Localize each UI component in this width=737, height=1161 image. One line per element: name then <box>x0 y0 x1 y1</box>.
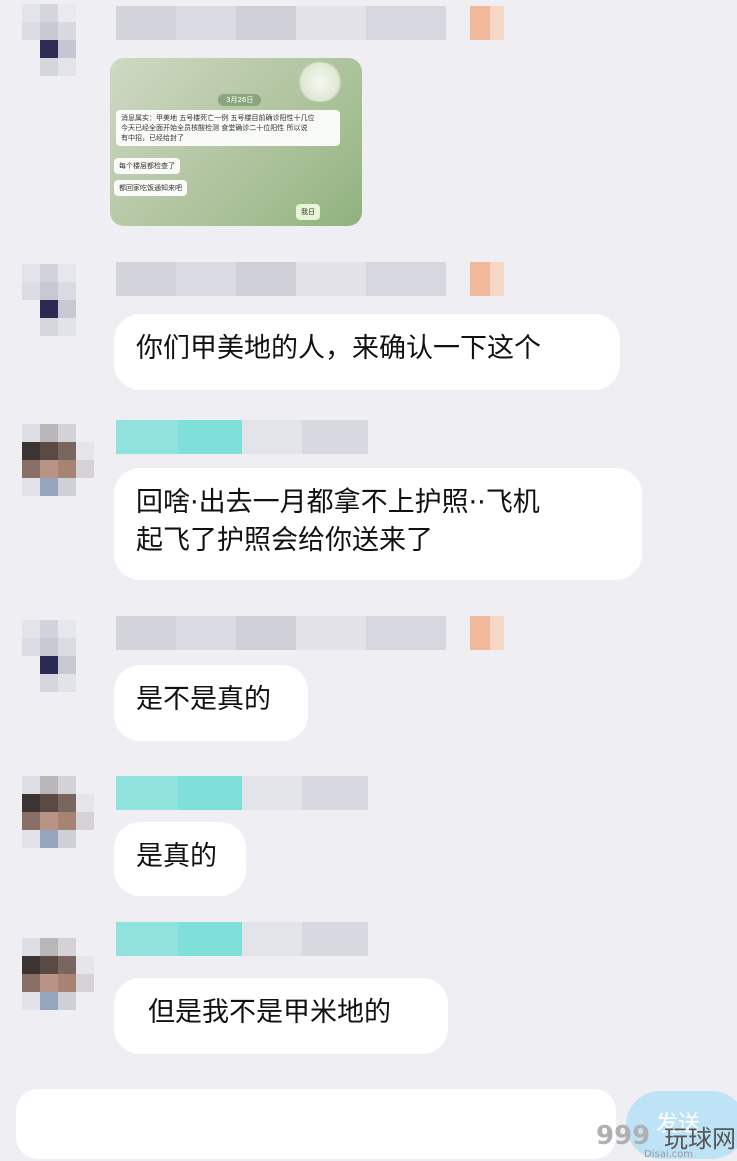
message-bubble[interactable]: 是不是真的 <box>114 665 308 741</box>
image-message-3: 都回家吃饭通知来吧 <box>114 180 187 196</box>
image-line-3: 有中招，已经给封了 <box>121 134 184 142</box>
message-bubble[interactable]: 但是我不是甲米地的 <box>114 978 448 1054</box>
message-input[interactable] <box>16 1089 616 1159</box>
avatar[interactable] <box>22 938 94 1010</box>
sender-name <box>116 420 368 454</box>
flower-decoration <box>296 62 344 102</box>
avatar[interactable] <box>22 264 94 336</box>
image-line-1: 消息属实：甲美地 五号楼死亡一例 五号楼目前确诊阳性十几位 <box>121 114 315 122</box>
site-watermark: 999 玩球网 Disai.com <box>596 1119 737 1161</box>
message-line-1: 回啥·出去一月都拿不上护照··飞机 <box>136 487 540 518</box>
image-message-2: 每个楼层都检查了 <box>114 158 180 174</box>
sender-name <box>116 616 504 650</box>
avatar[interactable] <box>22 424 94 496</box>
message-line-2: 起飞了护照会给你送来了 <box>136 525 433 556</box>
shared-screenshot-image[interactable]: 3月26日 消息属实：甲美地 五号楼死亡一例 五号楼目前确诊阳性十几位 今天已经… <box>110 58 362 226</box>
image-reply: 我日 <box>296 204 320 220</box>
sender-name <box>116 776 368 810</box>
message-bubble[interactable]: 你们甲美地的人，来确认一下这个 <box>114 314 620 390</box>
avatar[interactable] <box>22 620 94 692</box>
image-line-2: 今天已经全面开始全员核酸检测 食堂确诊二十位阳性 所以说 <box>121 124 308 132</box>
avatar[interactable] <box>22 4 94 76</box>
message-bubble[interactable]: 是真的 <box>114 822 246 896</box>
message-bubble[interactable]: 回啥·出去一月都拿不上护照··飞机 起飞了护照会给你送来了 <box>114 468 642 580</box>
image-date-chip: 3月26日 <box>218 94 262 106</box>
sender-name <box>116 922 368 956</box>
image-message-1: 消息属实：甲美地 五号楼死亡一例 五号楼目前确诊阳性十几位 今天已经全面开始全员… <box>116 110 340 146</box>
avatar[interactable] <box>22 776 94 848</box>
sender-name <box>116 6 504 40</box>
sender-name <box>116 262 504 296</box>
watermark-site: Disai.com <box>644 1149 694 1160</box>
watermark-numerals: 999 <box>596 1121 651 1151</box>
